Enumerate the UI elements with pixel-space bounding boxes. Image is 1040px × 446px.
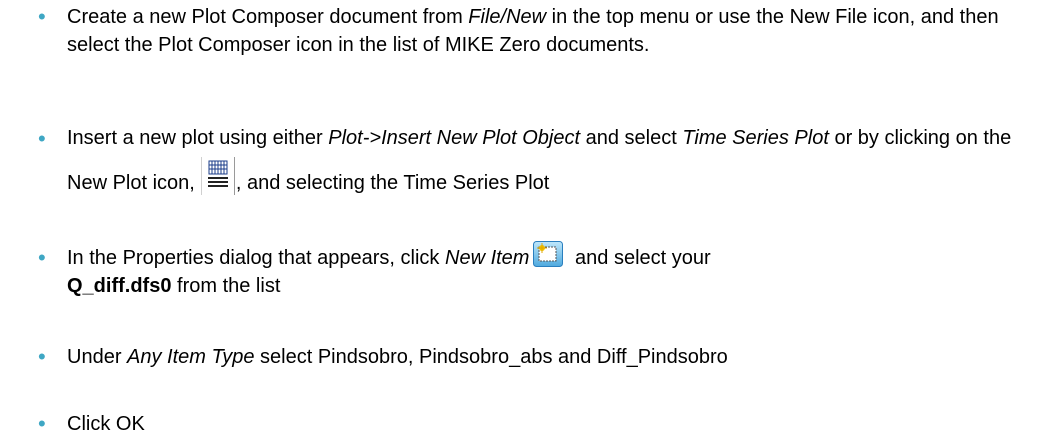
new-plot-icon [200,156,235,195]
list-item-text: Create a new Plot Composer document from… [67,6,999,56]
bullet-marker: • [38,344,46,369]
bullet-marker: • [38,4,46,29]
new-item-icon [533,240,564,267]
list-item-text: Under Any Item Type select Pindsobro, Pi… [67,346,728,368]
bullet-marker: • [38,126,46,151]
list-item-text: Insert a new plot using either Plot->Ins… [67,127,1012,195]
bullet-marker: • [38,245,46,270]
list-item-text: In the Properties dialog that appears, c… [67,240,1017,300]
list-item-text: Click OK [67,413,145,435]
bullet-marker: • [38,411,46,436]
